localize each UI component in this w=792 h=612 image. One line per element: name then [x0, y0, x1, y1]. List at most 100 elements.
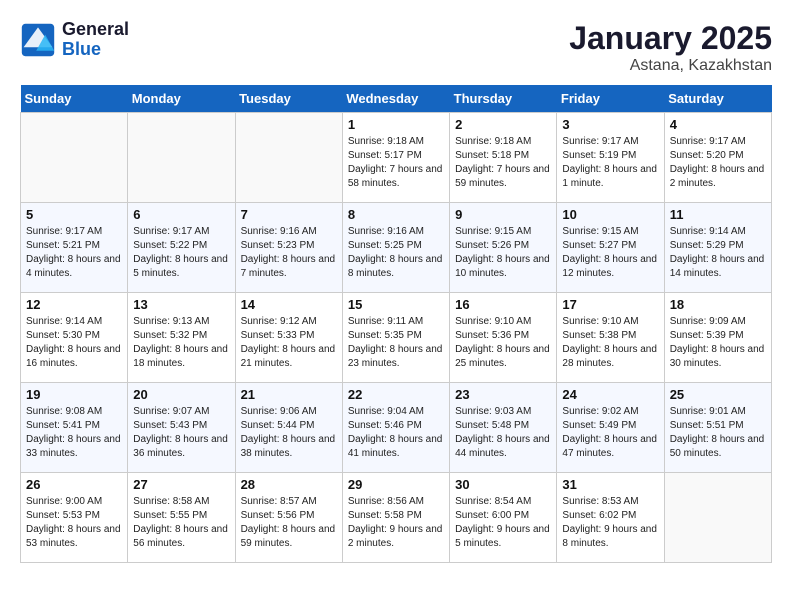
- day-cell: 2 Sunrise: 9:18 AMSunset: 5:18 PMDaylight…: [450, 113, 557, 203]
- day-number: 24: [562, 387, 658, 402]
- day-cell: 27 Sunrise: 8:58 AMSunset: 5:55 PMDayligh…: [128, 473, 235, 563]
- day-cell: 18 Sunrise: 9:09 AMSunset: 5:39 PMDayligh…: [664, 293, 771, 383]
- day-info: Sunrise: 9:06 AMSunset: 5:44 PMDaylight:…: [241, 405, 337, 461]
- weekday-header-monday: Monday: [128, 85, 235, 113]
- day-cell: 28 Sunrise: 8:57 AMSunset: 5:56 PMDayligh…: [235, 473, 342, 563]
- day-number: 28: [241, 477, 337, 492]
- day-cell: 1 Sunrise: 9:18 AMSunset: 5:17 PMDaylight…: [342, 113, 449, 203]
- day-info: Sunrise: 9:18 AMSunset: 5:18 PMDaylight:…: [455, 135, 551, 191]
- day-info: Sunrise: 9:18 AMSunset: 5:17 PMDaylight:…: [348, 135, 444, 191]
- day-info: Sunrise: 9:09 AMSunset: 5:39 PMDaylight:…: [670, 315, 766, 371]
- calendar-table: SundayMondayTuesdayWednesdayThursdayFrid…: [20, 85, 772, 563]
- day-number: 2: [455, 117, 551, 132]
- day-info: Sunrise: 9:03 AMSunset: 5:48 PMDaylight:…: [455, 405, 551, 461]
- day-info: Sunrise: 9:15 AMSunset: 5:26 PMDaylight:…: [455, 225, 551, 281]
- day-number: 7: [241, 207, 337, 222]
- day-cell: 14Sunrise: 9:12 AMSunset: 5:33 PMDayligh…: [235, 293, 342, 383]
- day-cell: [128, 113, 235, 203]
- day-info: Sunrise: 9:07 AMSunset: 5:43 PMDaylight:…: [133, 405, 229, 461]
- day-cell: 23 Sunrise: 9:03 AMSunset: 5:48 PMDayligh…: [450, 383, 557, 473]
- day-info: Sunrise: 9:14 AMSunset: 5:30 PMDaylight:…: [26, 315, 122, 371]
- day-info: Sunrise: 9:11 AMSunset: 5:35 PMDaylight:…: [348, 315, 444, 371]
- day-cell: 24 Sunrise: 9:02 AMSunset: 5:49 PMDayligh…: [557, 383, 664, 473]
- day-info: Sunrise: 9:14 AMSunset: 5:29 PMDaylight:…: [670, 225, 766, 281]
- logo: General Blue: [20, 20, 129, 60]
- day-info: Sunrise: 8:57 AMSunset: 5:56 PMDaylight:…: [241, 495, 337, 551]
- day-number: 4: [670, 117, 766, 132]
- day-number: 10: [562, 207, 658, 222]
- day-cell: 6 Sunrise: 9:17 AMSunset: 5:22 PMDaylight…: [128, 203, 235, 293]
- day-cell: 11Sunrise: 9:14 AMSunset: 5:29 PMDayligh…: [664, 203, 771, 293]
- month-title: January 2025: [569, 20, 772, 57]
- day-info: Sunrise: 9:08 AMSunset: 5:41 PMDaylight:…: [26, 405, 122, 461]
- day-number: 16: [455, 297, 551, 312]
- day-cell: 19Sunrise: 9:08 AMSunset: 5:41 PMDayligh…: [21, 383, 128, 473]
- day-number: 29: [348, 477, 444, 492]
- day-cell: [21, 113, 128, 203]
- day-number: 5: [26, 207, 122, 222]
- day-info: Sunrise: 9:13 AMSunset: 5:32 PMDaylight:…: [133, 315, 229, 371]
- day-cell: 20 Sunrise: 9:07 AMSunset: 5:43 PMDayligh…: [128, 383, 235, 473]
- day-cell: 12 Sunrise: 9:14 AMSunset: 5:30 PMDayligh…: [21, 293, 128, 383]
- weekday-header-sunday: Sunday: [21, 85, 128, 113]
- day-number: 9: [455, 207, 551, 222]
- day-cell: 16 Sunrise: 9:10 AMSunset: 5:36 PMDayligh…: [450, 293, 557, 383]
- day-cell: 9 Sunrise: 9:15 AMSunset: 5:26 PMDaylight…: [450, 203, 557, 293]
- day-number: 26: [26, 477, 122, 492]
- day-info: Sunrise: 8:58 AMSunset: 5:55 PMDaylight:…: [133, 495, 229, 551]
- day-cell: [235, 113, 342, 203]
- week-row-5: 26 Sunrise: 9:00 AMSunset: 5:53 PMDayligh…: [21, 473, 772, 563]
- day-info: Sunrise: 9:16 AMSunset: 5:25 PMDaylight:…: [348, 225, 444, 281]
- day-number: 14: [241, 297, 337, 312]
- day-info: Sunrise: 9:10 AMSunset: 5:36 PMDaylight:…: [455, 315, 551, 371]
- day-info: Sunrise: 8:53 AMSunset: 6:02 PMDaylight:…: [562, 495, 658, 551]
- day-number: 13: [133, 297, 229, 312]
- day-cell: 10Sunrise: 9:15 AMSunset: 5:27 PMDayligh…: [557, 203, 664, 293]
- day-info: Sunrise: 9:17 AMSunset: 5:21 PMDaylight:…: [26, 225, 122, 281]
- day-info: Sunrise: 9:17 AMSunset: 5:20 PMDaylight:…: [670, 135, 766, 191]
- day-cell: 7 Sunrise: 9:16 AMSunset: 5:23 PMDaylight…: [235, 203, 342, 293]
- day-number: 18: [670, 297, 766, 312]
- weekday-header-thursday: Thursday: [450, 85, 557, 113]
- day-cell: 8Sunrise: 9:16 AMSunset: 5:25 PMDaylight…: [342, 203, 449, 293]
- week-row-2: 5 Sunrise: 9:17 AMSunset: 5:21 PMDaylight…: [21, 203, 772, 293]
- day-info: Sunrise: 9:00 AMSunset: 5:53 PMDaylight:…: [26, 495, 122, 551]
- day-info: Sunrise: 8:56 AMSunset: 5:58 PMDaylight:…: [348, 495, 444, 551]
- header: General Blue January 2025 Astana, Kazakh…: [20, 20, 772, 75]
- day-number: 23: [455, 387, 551, 402]
- day-cell: 3Sunrise: 9:17 AMSunset: 5:19 PMDaylight…: [557, 113, 664, 203]
- day-number: 27: [133, 477, 229, 492]
- day-info: Sunrise: 9:17 AMSunset: 5:22 PMDaylight:…: [133, 225, 229, 281]
- weekday-header-row: SundayMondayTuesdayWednesdayThursdayFrid…: [21, 85, 772, 113]
- day-cell: 4 Sunrise: 9:17 AMSunset: 5:20 PMDaylight…: [664, 113, 771, 203]
- day-number: 1: [348, 117, 444, 132]
- day-number: 6: [133, 207, 229, 222]
- day-number: 17: [562, 297, 658, 312]
- day-info: Sunrise: 8:54 AMSunset: 6:00 PMDaylight:…: [455, 495, 551, 551]
- logo-icon: [20, 22, 56, 58]
- day-number: 12: [26, 297, 122, 312]
- weekday-header-tuesday: Tuesday: [235, 85, 342, 113]
- day-cell: 29 Sunrise: 8:56 AMSunset: 5:58 PMDayligh…: [342, 473, 449, 563]
- day-number: 21: [241, 387, 337, 402]
- day-cell: 31Sunrise: 8:53 AMSunset: 6:02 PMDayligh…: [557, 473, 664, 563]
- day-cell: 5 Sunrise: 9:17 AMSunset: 5:21 PMDaylight…: [21, 203, 128, 293]
- day-info: Sunrise: 9:01 AMSunset: 5:51 PMDaylight:…: [670, 405, 766, 461]
- day-cell: 26 Sunrise: 9:00 AMSunset: 5:53 PMDayligh…: [21, 473, 128, 563]
- day-number: 25: [670, 387, 766, 402]
- day-info: Sunrise: 9:02 AMSunset: 5:49 PMDaylight:…: [562, 405, 658, 461]
- day-number: 20: [133, 387, 229, 402]
- day-cell: 13 Sunrise: 9:13 AMSunset: 5:32 PMDayligh…: [128, 293, 235, 383]
- day-cell: [664, 473, 771, 563]
- day-info: Sunrise: 9:16 AMSunset: 5:23 PMDaylight:…: [241, 225, 337, 281]
- week-row-3: 12 Sunrise: 9:14 AMSunset: 5:30 PMDayligh…: [21, 293, 772, 383]
- title-area: January 2025 Astana, Kazakhstan: [569, 20, 772, 75]
- location-subtitle: Astana, Kazakhstan: [569, 57, 772, 75]
- week-row-4: 19Sunrise: 9:08 AMSunset: 5:41 PMDayligh…: [21, 383, 772, 473]
- logo-line2: Blue: [62, 40, 129, 60]
- day-cell: 22Sunrise: 9:04 AMSunset: 5:46 PMDayligh…: [342, 383, 449, 473]
- day-info: Sunrise: 9:04 AMSunset: 5:46 PMDaylight:…: [348, 405, 444, 461]
- day-cell: 15Sunrise: 9:11 AMSunset: 5:35 PMDayligh…: [342, 293, 449, 383]
- logo-text: General Blue: [62, 20, 129, 60]
- day-number: 30: [455, 477, 551, 492]
